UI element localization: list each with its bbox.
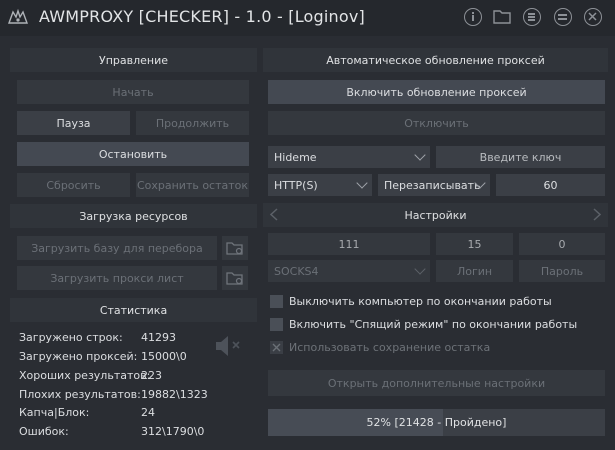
update-mode-select[interactable]: Перезаписывать (378, 174, 490, 196)
enable-proxy-update-button[interactable]: Включить обновление проксей (268, 80, 605, 104)
save-rest-checkbox[interactable] (270, 341, 283, 354)
control-title: Управление (98, 54, 168, 67)
title-bar: AWMPROXY [CHECKER] - 1.0 - [Loginov] (0, 0, 615, 36)
auto-update-title: Автоматическое обновление проксей (326, 54, 545, 67)
login-input[interactable]: Логин (436, 260, 513, 282)
app-logo-icon (8, 8, 28, 24)
save-rest-button[interactable]: Сохранить остаток (136, 173, 249, 197)
shutdown-label: Выключить компьютер по окончании работы (289, 295, 552, 308)
timeout-input[interactable]: 15 (436, 233, 513, 255)
stat-value: 15000\0 (141, 350, 187, 363)
load-base-folder-button[interactable] (222, 236, 248, 260)
load-proxy-button[interactable]: Загрузить прокси лист (17, 266, 217, 290)
chevron-down-icon (414, 263, 426, 275)
sleep-mode-checkbox[interactable] (270, 318, 283, 331)
open-advanced-settings-button[interactable]: Открыть дополнительные настройки (268, 370, 605, 396)
folder-icon (226, 242, 243, 255)
password-input[interactable]: Пароль (519, 260, 605, 282)
proxy-protocol-value: SOCKS4 (274, 264, 319, 278)
load-proxy-folder-button[interactable] (222, 266, 248, 290)
stat-label: Капча|Блок: (19, 406, 90, 419)
shutdown-checkbox[interactable] (270, 295, 283, 308)
folder-icon[interactable] (493, 9, 511, 24)
resources-title: Загрузка ресурсов (79, 210, 188, 223)
start-button[interactable]: Начать (17, 80, 249, 104)
folder-icon (226, 272, 243, 285)
proxy-type-select[interactable]: HTTP(S) (268, 174, 372, 196)
stat-value: 223 (141, 369, 162, 382)
api-key-input[interactable]: Введите ключ (436, 146, 605, 168)
stat-value: 24 (141, 406, 155, 419)
list-icon[interactable] (523, 8, 541, 26)
close-icon[interactable] (584, 8, 602, 26)
proxy-type-value: HTTP(S) (274, 178, 318, 192)
resume-button[interactable]: Продолжить (136, 111, 249, 135)
stat-label: Плохих результатов: (19, 388, 141, 401)
chevron-down-icon (356, 177, 368, 189)
chevron-down-icon (414, 149, 426, 161)
stat-value: 312\1790\0 (141, 425, 205, 438)
stat-label: Загружено строк: (19, 331, 123, 344)
stat-label: Ошибок: (19, 425, 69, 438)
stat-label: Хороших результатов: (19, 369, 151, 382)
stat-label: Загружено проксей: (19, 350, 138, 363)
sound-muted-icon[interactable] (214, 334, 244, 358)
update-mode-value: Перезаписывать (384, 178, 481, 192)
menu-icon[interactable] (554, 8, 572, 26)
pause-button[interactable]: Пауза (17, 111, 130, 135)
threads-input[interactable]: 111 (268, 233, 430, 255)
sleep-mode-label: Включить "Спящий режим" по окончании раб… (289, 318, 578, 331)
check-x-icon (272, 343, 281, 352)
info-icon[interactable] (464, 8, 482, 26)
proxy-protocol-select[interactable]: SOCKS4 (268, 260, 430, 282)
stat-value: 41293 (141, 331, 176, 344)
update-interval-input[interactable]: 60 (496, 174, 605, 196)
stop-button[interactable]: Остановить (17, 142, 249, 166)
reset-button[interactable]: Сбросить (17, 173, 130, 197)
save-rest-label: Использовать сохранение остатка (289, 341, 491, 354)
stats-title: Статистика (99, 304, 168, 317)
progress-text: 52% [21428 - Пройдено] (366, 416, 507, 429)
chevron-right-icon[interactable] (593, 208, 601, 221)
load-base-button[interactable]: Загрузить базу для перебора (17, 236, 217, 260)
app-title: AWMPROXY [CHECKER] - 1.0 - [Loginov] (39, 7, 365, 26)
disable-proxy-update-button[interactable]: Отключить (268, 111, 605, 135)
proxy-source-select[interactable]: Hideme (268, 146, 430, 168)
retries-input[interactable]: 0 (519, 233, 605, 255)
progress-bar: 52% [21428 - Пройдено] (268, 409, 605, 436)
stat-value: 19882\1323 (141, 388, 208, 401)
proxy-source-value: Hideme (274, 150, 317, 164)
settings-title: Настройки (404, 209, 467, 222)
